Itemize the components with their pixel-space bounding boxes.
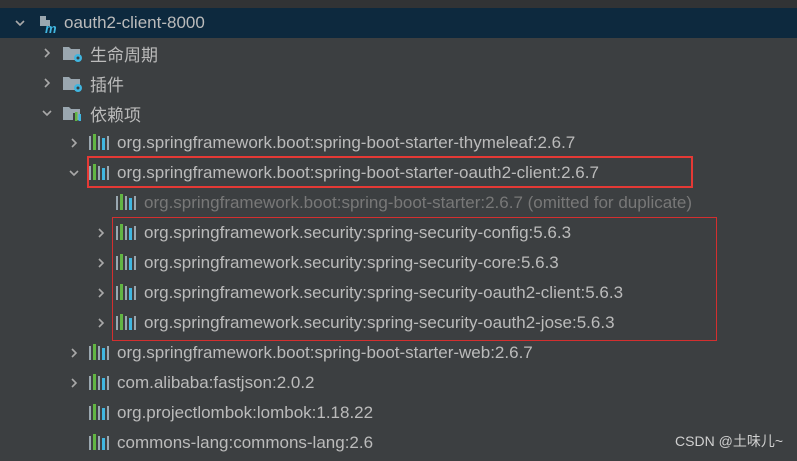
folder-gear-icon (62, 44, 82, 62)
tree-item-label: org.springframework.boot:spring-boot-sta… (117, 133, 576, 152)
chevron-down-icon[interactable] (41, 107, 53, 119)
chevron-right-icon[interactable] (68, 347, 80, 359)
library-icon (89, 374, 110, 392)
library-icon (89, 134, 110, 152)
folder-library-icon (62, 104, 82, 122)
chevron-right-icon[interactable] (95, 227, 107, 239)
tree-item-plugins[interactable]: 插件 (0, 68, 797, 98)
chevron-down-icon[interactable] (14, 17, 26, 29)
chevron-right-icon[interactable] (41, 77, 53, 89)
top-edge (0, 0, 797, 8)
tree-item-dependencies[interactable]: 依赖项 (0, 98, 797, 128)
tree-item-label: com.alibaba:fastjson:2.0.2 (117, 373, 315, 392)
tree-item-lifecycle[interactable]: 生命周期 (0, 38, 797, 68)
tree-item-label: oauth2-client-8000 (64, 13, 205, 32)
svg-text:m: m (45, 21, 57, 34)
tree-item-label: org.springframework.boot:spring-boot-sta… (117, 343, 533, 362)
dependency-item[interactable]: org.springframework.boot:spring-boot-sta… (0, 338, 797, 368)
library-icon (116, 194, 137, 212)
library-icon (89, 434, 110, 452)
dependency-item[interactable]: org.projectlombok:lombok:1.18.22 (0, 398, 797, 428)
chevron-right-icon[interactable] (68, 137, 80, 149)
chevron-down-icon[interactable] (68, 167, 80, 179)
tree-item-label: org.springframework.boot:spring-boot-sta… (144, 193, 693, 212)
dependency-item[interactable]: com.alibaba:fastjson:2.0.2 (0, 368, 797, 398)
maven-module-icon: m (37, 14, 57, 36)
watermark: CSDN @土味儿~ (675, 433, 783, 449)
library-icon (89, 344, 110, 362)
dependency-item[interactable]: org.springframework.boot:spring-boot-sta… (0, 188, 797, 218)
library-icon (89, 404, 110, 422)
highlight-box-oauth2-client (87, 156, 693, 188)
tree-item-label: org.projectlombok:lombok:1.18.22 (117, 403, 374, 422)
chevron-right-icon[interactable] (68, 377, 80, 389)
tree-item-label: 依赖项 (90, 105, 141, 125)
tree-item-label: 插件 (90, 75, 124, 95)
dependency-item[interactable]: org.springframework.boot:spring-boot-sta… (0, 128, 797, 158)
chevron-right-icon[interactable] (95, 317, 107, 329)
tree-item-label: commons-lang:commons-lang:2.6 (117, 433, 374, 452)
chevron-right-icon[interactable] (41, 47, 53, 59)
chevron-right-icon[interactable] (95, 287, 107, 299)
tree-root-module[interactable]: m oauth2-client-8000 (0, 8, 797, 38)
folder-gear-icon (62, 74, 82, 92)
chevron-right-icon[interactable] (95, 257, 107, 269)
tree-item-label: 生命周期 (90, 45, 158, 65)
highlight-box-security-deps (112, 217, 717, 341)
